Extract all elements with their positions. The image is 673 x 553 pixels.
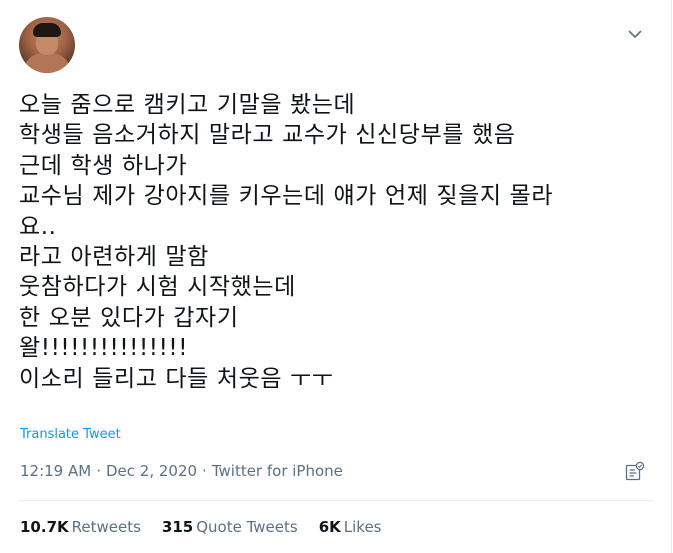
tweet-line: 교수님 제가 강아지를 키우는데 얘가 언제 짖을지 몰라 (19, 183, 554, 210)
quote-tweets-label: Quote Tweets (196, 518, 298, 536)
likes-count: 6K (318, 518, 341, 536)
divider (19, 500, 653, 501)
tweet-line: 라고 아련하게 말함 (19, 244, 209, 271)
tweet-line: 웃참하다가 시험 시작했는데 (19, 274, 296, 301)
retweets-count: 10.7K (20, 518, 69, 536)
tweet-text: 오늘 줌으로 캠키고 기말을 봤는데 학생들 음소거하지 말라고 교수가 신신당… (19, 90, 659, 394)
analytics-icon (625, 461, 645, 481)
separator: · (202, 462, 207, 480)
analytics-button[interactable] (622, 460, 646, 484)
likes-label: Likes (343, 518, 382, 536)
tweet-time[interactable]: 12:19 AM (20, 462, 91, 480)
separator: · (96, 462, 101, 480)
translate-tweet-link[interactable]: Translate Tweet (20, 427, 121, 442)
tweet-card: 오늘 줌으로 캠키고 기말을 봤는데 학생들 음소거하지 말라고 교수가 신신당… (0, 0, 672, 553)
tweet-line: 요.. (19, 213, 57, 240)
quote-tweets-stat[interactable]: 315 Quote Tweets (162, 518, 298, 536)
quote-tweets-count: 315 (161, 518, 194, 536)
chevron-down-icon (628, 30, 642, 38)
tweet-source[interactable]: Twitter for iPhone (212, 462, 343, 480)
tweet-menu-button[interactable] (625, 24, 645, 44)
engagement-stats: 10.7K Retweets 315 Quote Tweets 6K Likes (20, 518, 403, 536)
tweet-line: 한 오분 있다가 갑자기 (19, 304, 239, 331)
likes-stat[interactable]: 6K Likes (319, 518, 382, 536)
tweet-line: 이소리 들리고 다들 처웃음 ㅜㅜ (19, 365, 334, 392)
avatar[interactable] (19, 17, 75, 73)
tweet-line: 왈!!!!!!!!!!!!!!! (19, 335, 189, 362)
tweet-line: 오늘 줌으로 캠키고 기말을 봤는데 (19, 92, 356, 118)
retweets-stat[interactable]: 10.7K Retweets (20, 518, 141, 536)
tweet-metadata: 12:19 AM · Dec 2, 2020 · Twitter for iPh… (20, 462, 343, 480)
tweet-line: 학생들 음소거하지 말라고 교수가 신신당부를 했음 (19, 122, 516, 149)
tweet-date[interactable]: Dec 2, 2020 (106, 462, 197, 480)
tweet-line: 근데 학생 하나가 (19, 152, 188, 179)
retweets-label: Retweets (71, 518, 141, 536)
